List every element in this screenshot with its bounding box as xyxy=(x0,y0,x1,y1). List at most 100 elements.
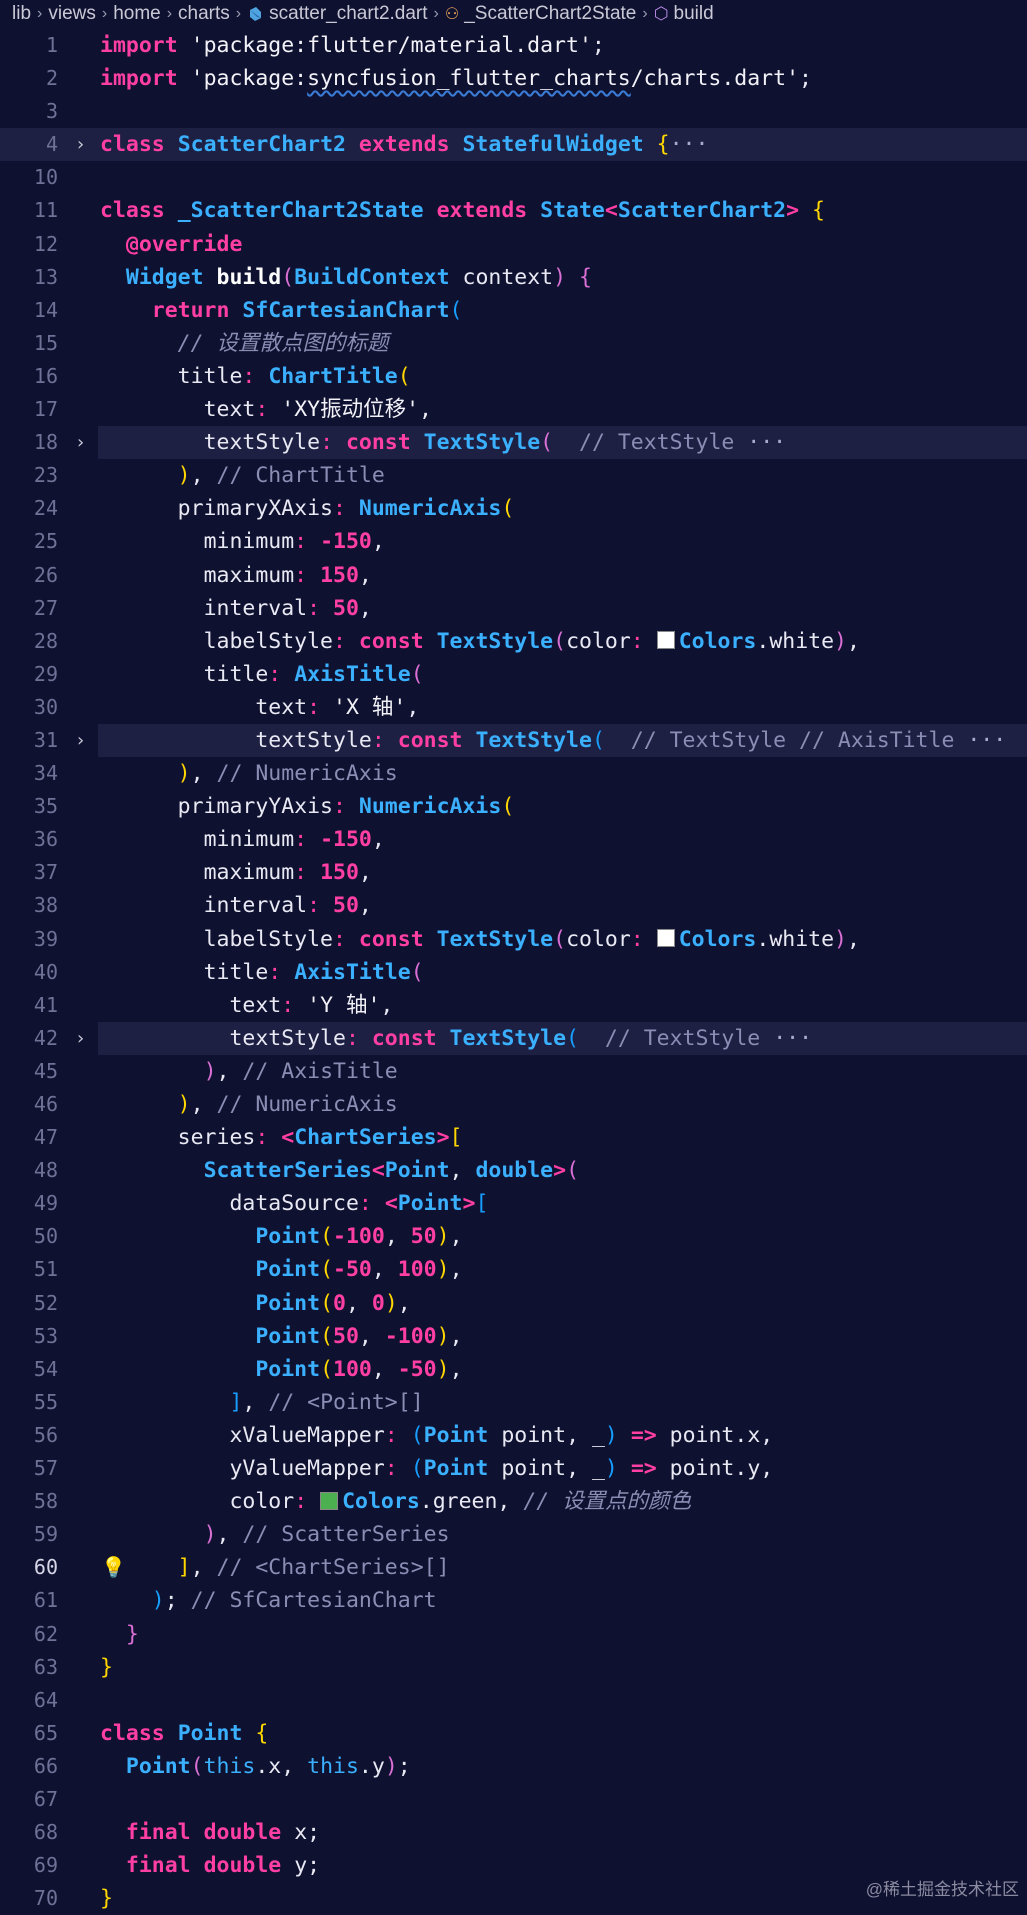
line-number: 25 xyxy=(33,529,58,554)
code-line: 17 text: 'XY振动位移', xyxy=(0,393,1027,426)
line-number: 17 xyxy=(33,397,58,422)
code-line: 46 ), // NumericAxis xyxy=(0,1088,1027,1121)
chevron-right-icon: › xyxy=(642,5,648,22)
breadcrumb-method[interactable]: build xyxy=(674,3,714,25)
code-line-folded: 18 › textStyle: const TextStyle( // TextS… xyxy=(0,426,1027,460)
line-number: 48 xyxy=(33,1158,58,1183)
code-line: 61 ); // SfCartesianChart xyxy=(0,1584,1027,1617)
code-line: 62 } xyxy=(0,1618,1027,1651)
line-number: 45 xyxy=(33,1058,58,1083)
line-number: 28 xyxy=(33,628,58,653)
line-number: 31 xyxy=(33,727,58,752)
line-number: 46 xyxy=(33,1092,58,1116)
line-number: 62 xyxy=(33,1621,58,1646)
dart-file-icon xyxy=(250,7,262,21)
line-number: 57 xyxy=(33,1456,58,1481)
color-swatch-white[interactable] xyxy=(656,929,675,948)
watermark: @稀土掘金技术社区 xyxy=(865,1880,1019,1899)
line-number: 16 xyxy=(33,363,58,388)
code-line: 36 minimum: -150, xyxy=(0,823,1027,856)
code-line: 3 xyxy=(0,95,1027,128)
chevron-right-icon: › xyxy=(433,5,439,22)
line-number: 12 xyxy=(33,231,58,256)
code-line: 39 labelStyle: const TextStyle(color: Co… xyxy=(0,923,1027,956)
line-number: 55 xyxy=(33,1389,58,1414)
code-line: 47 series: <ChartSeries>[ xyxy=(0,1121,1027,1154)
fold-chevron-icon[interactable]: › xyxy=(75,426,86,459)
code-line-folded: 42 › textStyle: const TextStyle( // TextS… xyxy=(0,1021,1027,1055)
line-number: 38 xyxy=(33,893,58,918)
line-number: 4 xyxy=(45,132,58,157)
code-line: 52 Point(0, 0), xyxy=(0,1287,1027,1320)
code-line: 34 ), // NumericAxis xyxy=(0,757,1027,790)
code-line: 35 primaryYAxis: NumericAxis( xyxy=(0,790,1027,823)
code-line: 25 minimum: -150, xyxy=(0,525,1027,558)
method-cube-icon: ⬡ xyxy=(653,4,669,23)
line-number: 50 xyxy=(33,1224,58,1249)
line-number: 69 xyxy=(33,1853,58,1878)
line-number: 11 xyxy=(33,198,58,223)
line-number: 63 xyxy=(33,1654,58,1679)
code-line: 10 xyxy=(0,161,1027,194)
code-line: 67 xyxy=(0,1783,1027,1816)
line-number: 67 xyxy=(33,1786,58,1811)
line-number: 68 xyxy=(33,1820,58,1845)
line-number: 1 xyxy=(45,33,58,57)
code-line: 64 xyxy=(0,1684,1027,1717)
code-line: 16 title: ChartTitle( xyxy=(0,360,1027,393)
line-number: 41 xyxy=(33,992,58,1017)
code-line: 66 Point(this.x, this.y); xyxy=(0,1750,1027,1783)
line-number: 52 xyxy=(33,1290,58,1315)
line-number: 13 xyxy=(33,264,58,289)
code-line: 41 text: 'Y 轴', xyxy=(0,989,1027,1022)
line-number: 40 xyxy=(33,959,58,984)
code-line: 23 ), // ChartTitle xyxy=(0,459,1027,492)
color-swatch-green[interactable] xyxy=(320,1491,339,1510)
code-line: 57 yValueMapper: (Point point, _) => poi… xyxy=(0,1452,1027,1485)
line-number: 59 xyxy=(33,1522,58,1547)
line-number: 37 xyxy=(33,860,58,885)
breadcrumb-lib[interactable]: lib xyxy=(12,3,31,25)
code-line: 27 interval: 50, xyxy=(0,592,1027,625)
code-line: 26 maximum: 150, xyxy=(0,559,1027,592)
line-number: 54 xyxy=(33,1356,58,1381)
line-number: 51 xyxy=(33,1257,58,1282)
breadcrumb-charts[interactable]: charts xyxy=(178,3,230,25)
fold-chevron-icon[interactable]: › xyxy=(75,1022,86,1055)
line-number: 29 xyxy=(33,661,58,686)
line-number: 27 xyxy=(33,595,58,620)
color-swatch-white[interactable] xyxy=(656,631,675,650)
line-number: 39 xyxy=(33,926,58,951)
chevron-right-icon: › xyxy=(37,5,43,22)
fold-chevron-icon[interactable]: › xyxy=(75,724,86,757)
code-editor[interactable]: 1 import 'package:flutter/material.dart';… xyxy=(0,29,1027,1915)
line-number: 10 xyxy=(33,165,58,190)
line-number: 2 xyxy=(45,66,58,91)
breadcrumb-home[interactable]: home xyxy=(113,3,161,25)
code-line: 12 @override xyxy=(0,228,1027,261)
code-line: 28 labelStyle: const TextStyle(color: Co… xyxy=(0,625,1027,658)
line-number: 23 xyxy=(33,463,58,488)
code-line: 51 Point(-50, 100), xyxy=(0,1253,1027,1286)
line-number: 24 xyxy=(33,496,58,521)
code-line: 15 // 设置散点图的标题 xyxy=(0,327,1027,360)
line-number: 64 xyxy=(33,1687,58,1712)
code-line: 29 title: AxisTitle( xyxy=(0,658,1027,691)
code-line: 38 interval: 50, xyxy=(0,889,1027,922)
breadcrumb-views[interactable]: views xyxy=(48,3,96,25)
line-number: 34 xyxy=(33,761,58,786)
breadcrumb-file[interactable]: scatter_chart2.dart xyxy=(269,3,427,25)
chevron-right-icon: › xyxy=(101,5,108,22)
code-line: 50 Point(-100, 50), xyxy=(0,1220,1027,1253)
code-line-folded: 4 › class ScatterChart2 extends StatefulWi… xyxy=(0,128,1027,162)
code-line-folded: 31 › textStyle: const TextStyle( // TextS… xyxy=(0,723,1027,758)
line-number: 56 xyxy=(33,1422,58,1447)
line-number: 66 xyxy=(33,1753,58,1778)
code-line: 56 xValueMapper: (Point point, _) => poi… xyxy=(0,1419,1027,1452)
breadcrumb-class[interactable]: _ScatterChart2State xyxy=(464,3,636,25)
fold-chevron-icon[interactable]: › xyxy=(75,128,86,161)
code-line: 54 Point(100, -50), xyxy=(0,1353,1027,1386)
line-number: 15 xyxy=(33,330,58,355)
code-line: 59 ), // ScatterSeries xyxy=(0,1518,1027,1551)
line-number: 18 xyxy=(33,430,58,455)
